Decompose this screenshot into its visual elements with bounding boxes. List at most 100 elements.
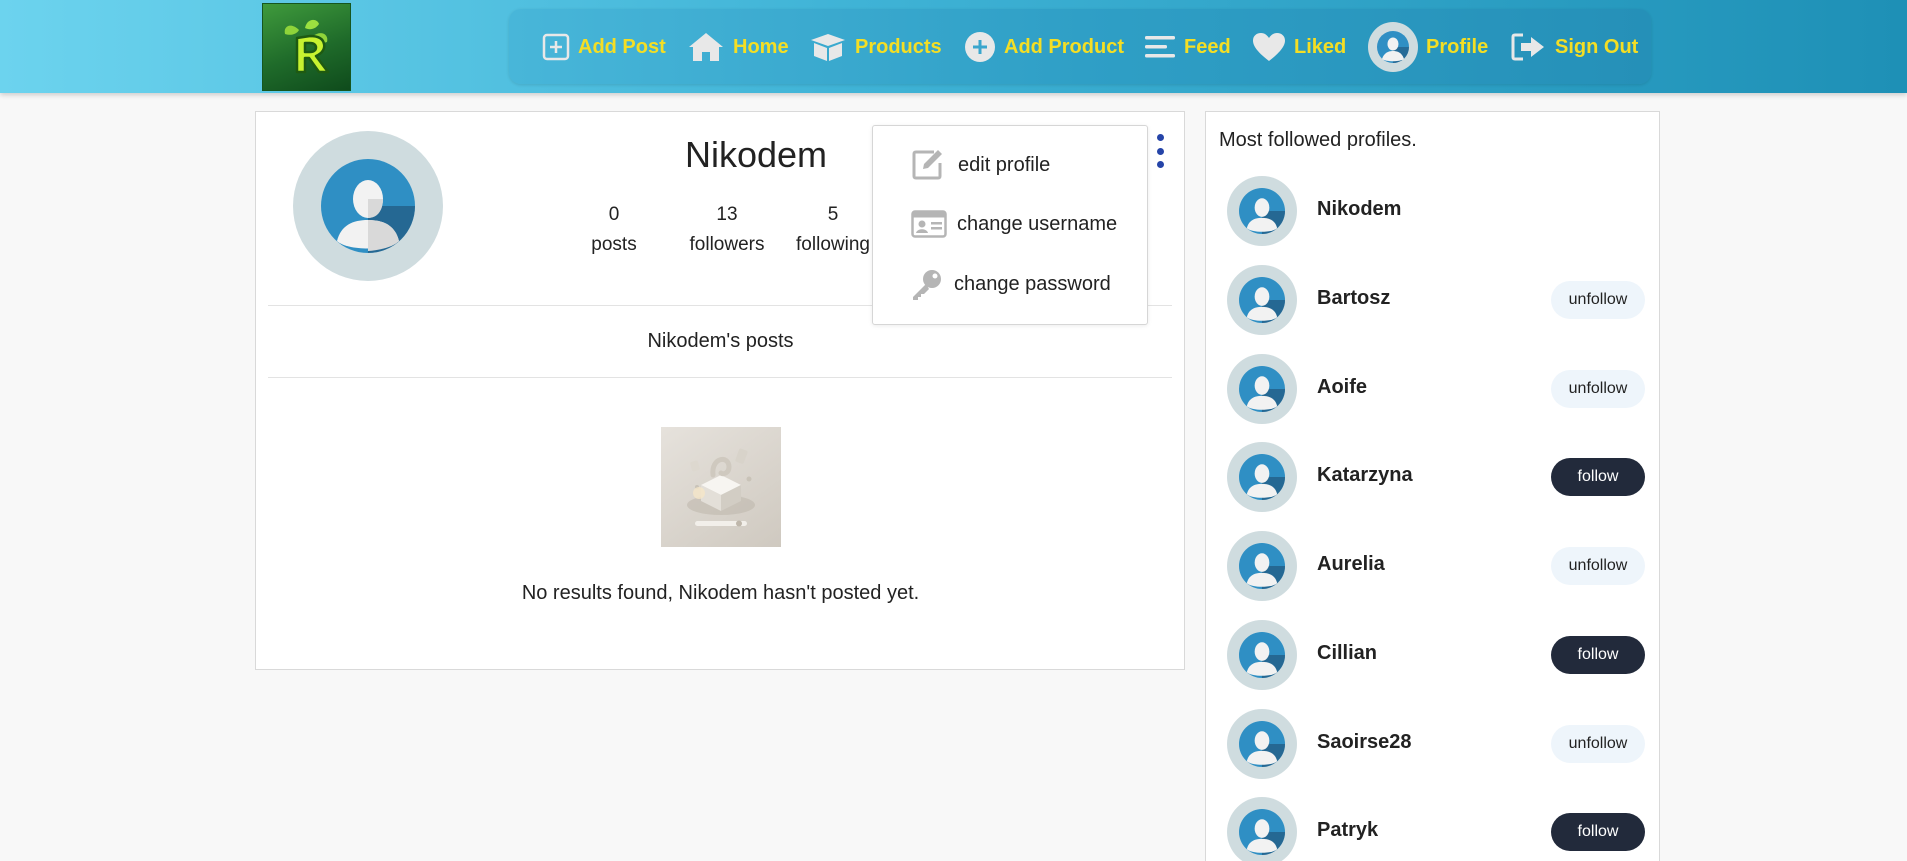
nav-add-post-label: Add Post [578, 35, 666, 58]
empty-state-image [661, 427, 781, 547]
divider [268, 377, 1172, 378]
menu-edit-profile[interactable]: edit profile [873, 143, 1147, 187]
nav-panel: Add Post Home Products Add Product Feed [509, 9, 1651, 84]
profile-name[interactable]: Katarzyna [1317, 464, 1413, 487]
profile-name[interactable]: Aurelia [1317, 553, 1385, 576]
avatar-icon [1368, 22, 1418, 72]
nav-add-product-label: Add Product [1004, 35, 1124, 58]
avatar-icon [1239, 632, 1285, 678]
stat-following-value: 5 [827, 204, 839, 225]
profile-username: Nikodem [684, 134, 828, 175]
list-item: Bartosz unfollow [1206, 263, 1659, 339]
avatar[interactable] [1227, 176, 1297, 246]
nav-products-label: Products [855, 35, 942, 58]
nav-feed-label: Feed [1184, 35, 1231, 58]
list-item: Cillian follow [1206, 618, 1659, 694]
profile-name[interactable]: Saoirse28 [1317, 731, 1412, 754]
nav-liked-label: Liked [1294, 35, 1347, 58]
follow-button[interactable]: follow [1551, 813, 1645, 851]
follow-button[interactable]: follow [1551, 636, 1645, 674]
profile-name[interactable]: Bartosz [1317, 287, 1390, 310]
list-item: Aurelia unfollow [1206, 529, 1659, 605]
list-item: Aoife unfollow [1206, 352, 1659, 428]
stat-posts[interactable]: 0 posts [584, 200, 644, 260]
nav-sign-out[interactable]: Sign Out [1511, 30, 1638, 64]
nav-home-label: Home [733, 35, 789, 58]
nav-home[interactable]: Home [687, 30, 789, 64]
profile-name[interactable]: Patryk [1317, 819, 1378, 842]
nav-liked[interactable]: Liked [1252, 30, 1346, 64]
menu-change-username[interactable]: change username [873, 202, 1147, 246]
logo-leaf-r-icon [284, 19, 329, 74]
profile-name[interactable]: Aoife [1317, 376, 1367, 399]
list-item: Nikodem [1206, 174, 1659, 250]
avatar[interactable] [1227, 442, 1297, 512]
menu-change-password[interactable]: change password [873, 262, 1147, 306]
avatar[interactable] [1227, 531, 1297, 601]
avatar-icon [1239, 277, 1285, 323]
profile-options-button[interactable] [1153, 134, 1167, 168]
list-item: Katarzyna follow [1206, 440, 1659, 516]
top-navbar: Add Post Home Products Add Product Feed [0, 0, 1907, 93]
profile-name[interactable]: Nikodem [1317, 198, 1401, 221]
plus-square-icon [542, 33, 570, 61]
nav-profile[interactable]: Profile [1368, 22, 1489, 72]
avatar[interactable] [1227, 709, 1297, 779]
id-card-icon [911, 210, 947, 238]
kebab-dot [1156, 134, 1164, 141]
avatar-icon [1239, 366, 1285, 412]
box-icon [809, 32, 847, 62]
nav-profile-label: Profile [1426, 35, 1489, 58]
list-item: Patryk follow [1206, 795, 1659, 861]
unfollow-button[interactable]: unfollow [1551, 370, 1645, 408]
avatar[interactable] [1227, 797, 1297, 861]
stat-following-label: following [796, 234, 870, 255]
avatar-icon [1239, 543, 1285, 589]
avatar[interactable] [1227, 265, 1297, 335]
nav-add-post[interactable]: Add Post [542, 30, 666, 64]
kebab-dot [1156, 161, 1164, 168]
unfollow-button[interactable]: unfollow [1551, 547, 1645, 585]
nav-add-product[interactable]: Add Product [964, 30, 1124, 64]
avatar-icon [1239, 454, 1285, 500]
profile-options-menu: edit profile change username change pass… [872, 125, 1148, 325]
app-logo[interactable] [262, 3, 351, 91]
kebab-dot [1156, 147, 1164, 155]
most-followed-panel: Most followed profiles. Nikodem Bartosz … [1205, 111, 1660, 861]
follow-button[interactable]: follow [1551, 458, 1645, 496]
stat-followers-label: followers [689, 234, 765, 255]
nav-feed[interactable]: Feed [1144, 30, 1231, 64]
avatar[interactable] [1227, 354, 1297, 424]
stat-posts-label: posts [591, 234, 637, 255]
heart-icon [1252, 32, 1286, 62]
profile-avatar [293, 131, 443, 281]
edit-icon [910, 148, 944, 182]
empty-state-message: No results found, Nikodem hasn't posted … [521, 582, 920, 604]
avatar-icon [1239, 721, 1285, 767]
nav-sign-out-label: Sign Out [1555, 35, 1639, 58]
key-icon [910, 267, 944, 301]
avatar-icon [1239, 809, 1285, 855]
avatar-icon [1239, 188, 1285, 234]
posts-section-title: Nikodem's posts [647, 330, 794, 352]
stat-posts-value: 0 [608, 204, 620, 225]
profile-name[interactable]: Cillian [1317, 642, 1377, 665]
menu-edit-profile-label: edit profile [958, 153, 1051, 176]
menu-change-username-label: change username [957, 212, 1118, 235]
empty-box-illustration-icon [687, 448, 755, 527]
unfollow-button[interactable]: unfollow [1551, 725, 1645, 763]
plus-circle-icon [964, 31, 996, 63]
unfollow-button[interactable]: unfollow [1551, 281, 1645, 319]
home-icon [687, 31, 725, 63]
stat-followers[interactable]: 13 followers [677, 200, 777, 260]
stat-followers-value: 13 [716, 204, 738, 225]
avatar[interactable] [1227, 620, 1297, 690]
stat-following[interactable]: 5 following [785, 200, 881, 260]
menu-change-password-label: change password [954, 272, 1111, 295]
avatar-icon [321, 159, 415, 253]
sign-out-icon [1511, 32, 1547, 62]
menu-lines-icon [1144, 33, 1176, 61]
most-followed-title: Most followed profiles. [1219, 129, 1417, 151]
list-item: Saoirse28 unfollow [1206, 707, 1659, 783]
nav-products[interactable]: Products [809, 30, 942, 64]
